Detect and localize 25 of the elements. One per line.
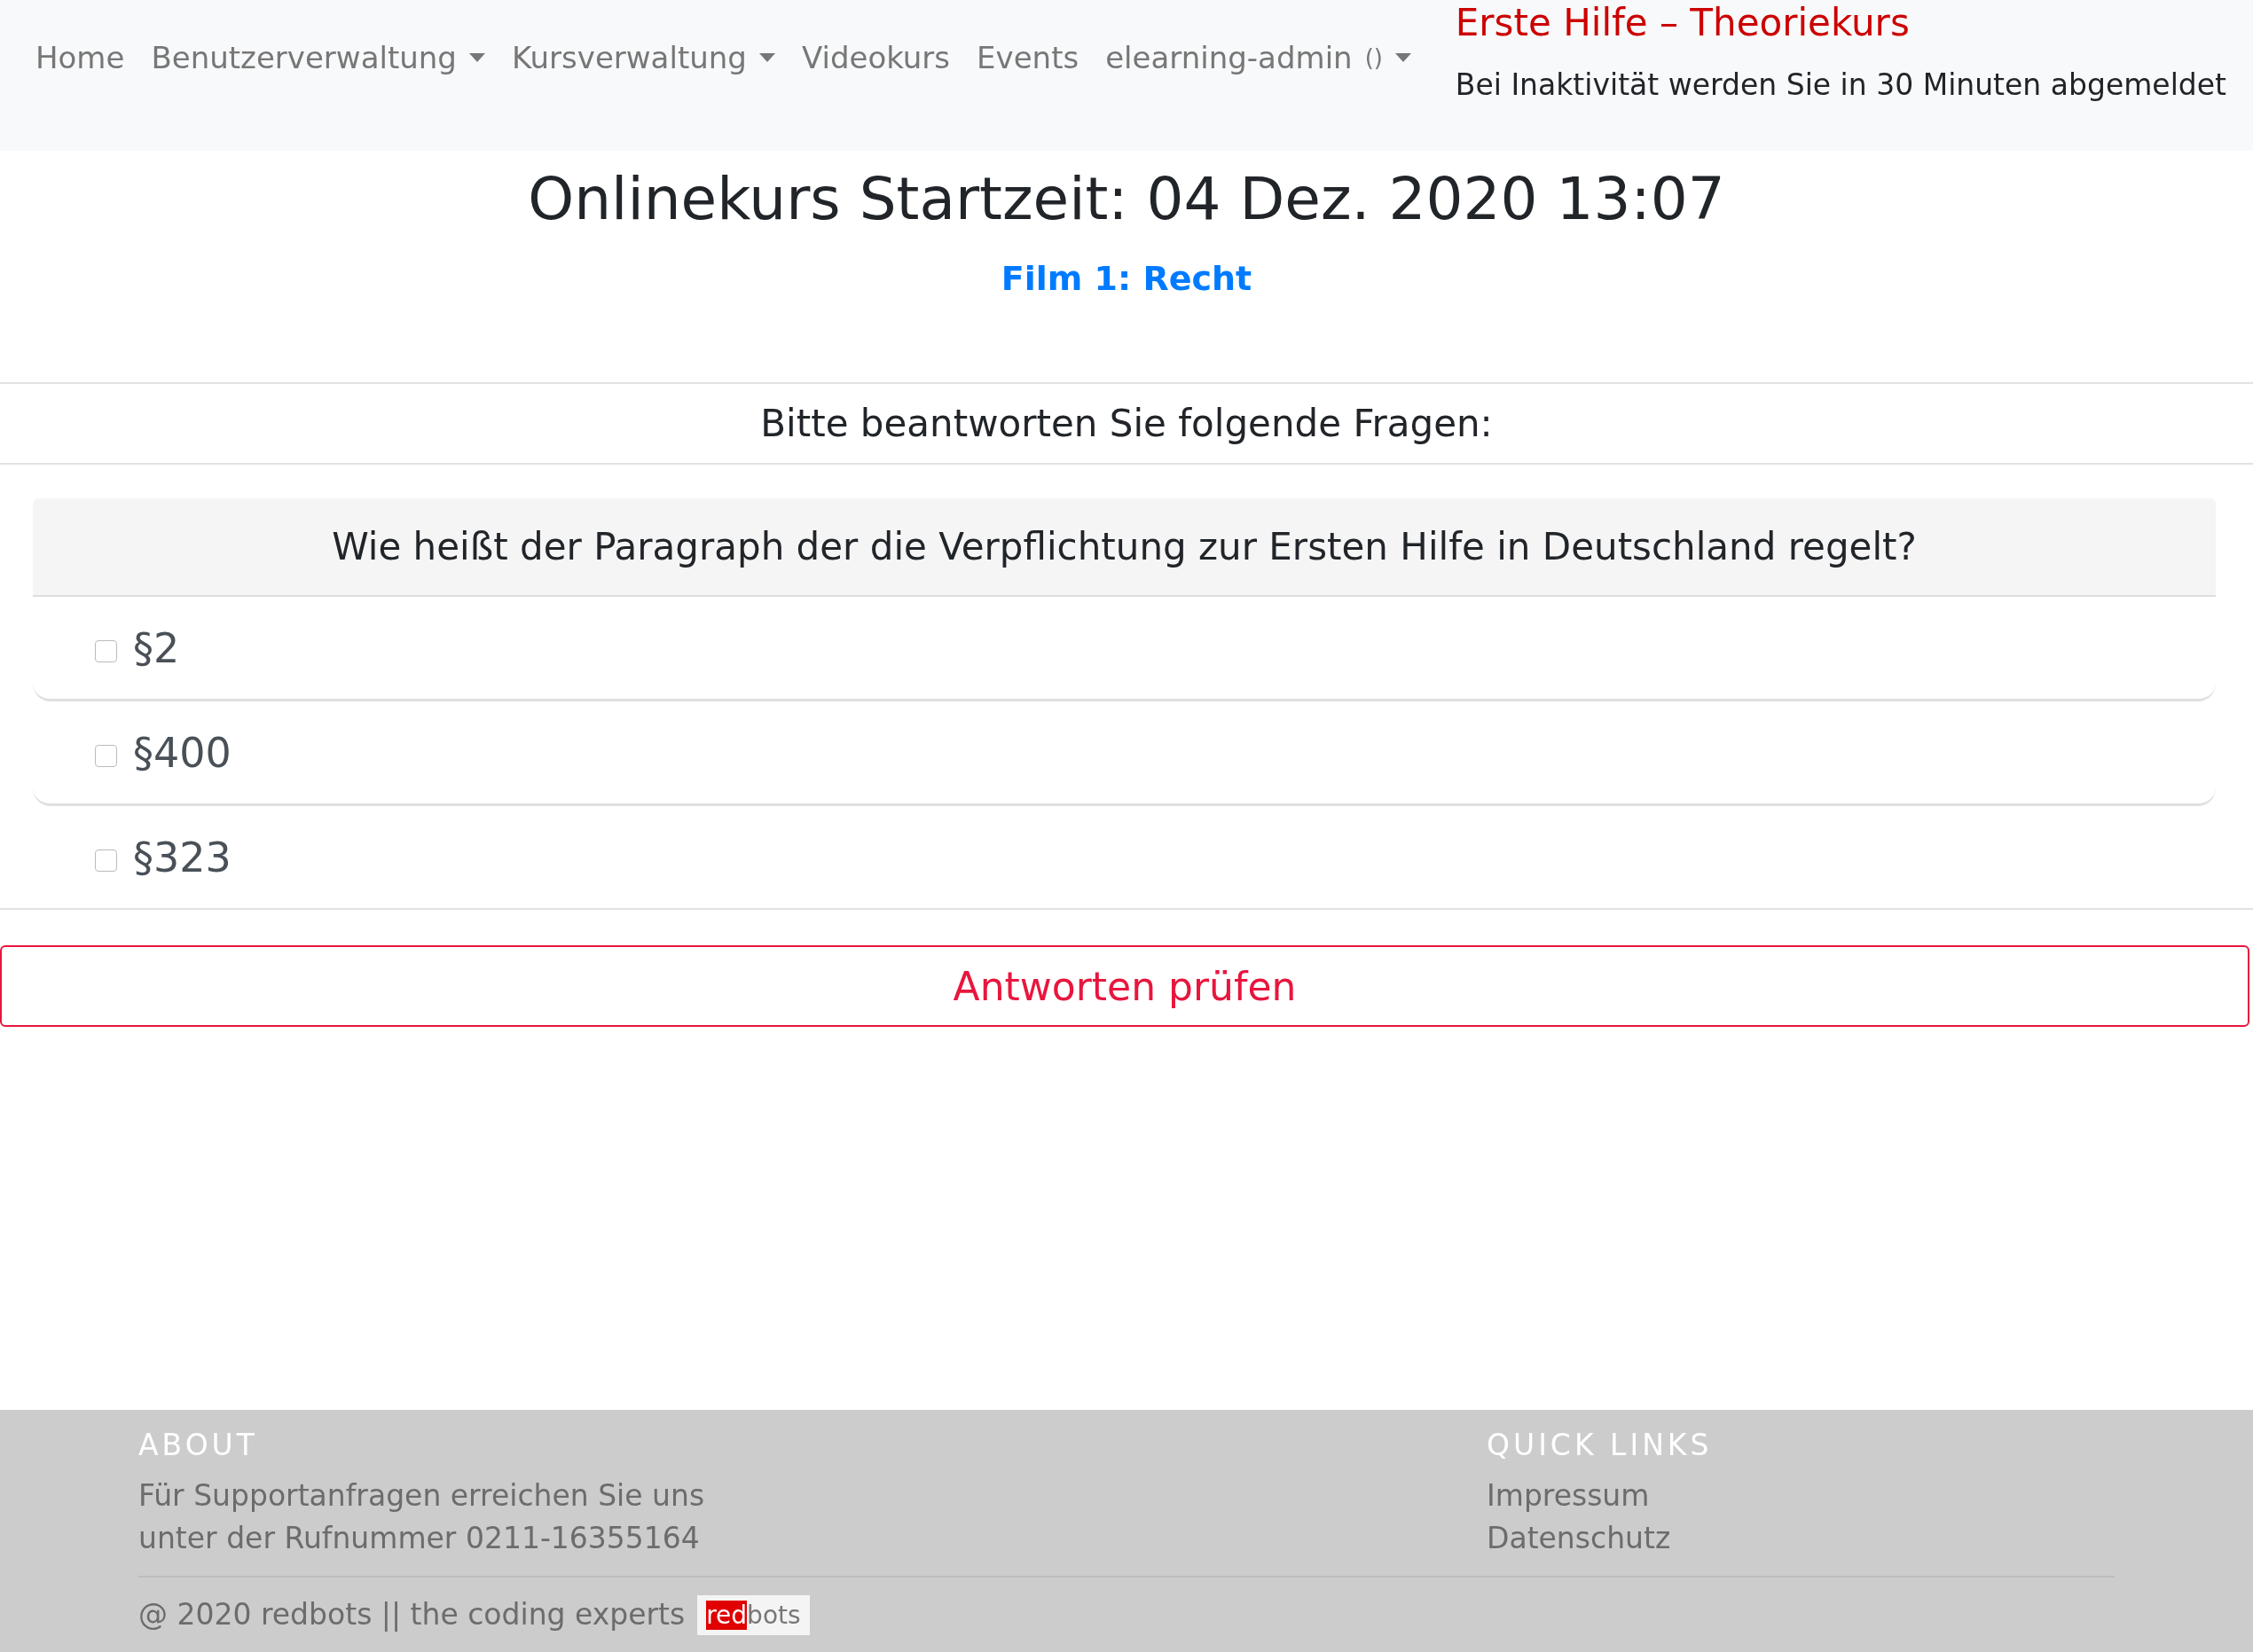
support-text: Für Supportanfragen erreichen Sie uns: [138, 1477, 706, 1515]
quiz-header: Bitte beantworten Sie folgende Fragen:: [0, 384, 2253, 465]
nav-link[interactable]: Events: [977, 40, 1079, 75]
answer-label: §323: [133, 833, 232, 881]
support-text: unter der Rufnummer 0211-16355164: [138, 1520, 701, 1557]
answer-label: §400: [133, 728, 232, 777]
question-text: Wie heißt der Paragraph der die Verpflichtung zur Ersten Hilfe in Deutschland regelt?: [33, 498, 2216, 597]
nav-link[interactable]: elearning-admin (): [1105, 40, 1411, 75]
footer-link[interactable]: Impressum: [1487, 1475, 1650, 1517]
company-logo: redbots: [697, 1594, 810, 1635]
copyright-text: @ 2020 redbots || the coding experts: [138, 1596, 686, 1633]
nav-link[interactable]: Videokurs: [801, 40, 951, 75]
answer-checkbox[interactable]: [95, 640, 117, 662]
film-link[interactable]: Film 1: Recht: [1001, 259, 1252, 298]
check-answers-button[interactable]: Antworten prüfen: [0, 945, 2249, 1027]
nav-link[interactable]: Kursverwaltung: [511, 40, 775, 75]
page-heading: Onlinekurs Startzeit: 04 Dez. 2020 13:07: [527, 164, 1726, 235]
answer-label: §2: [133, 623, 180, 672]
nav-link[interactable]: Benutzerverwaltung: [151, 40, 485, 75]
footer-link[interactable]: Datenschutz: [1487, 1517, 1671, 1560]
answer-checkbox[interactable]: [95, 745, 117, 767]
brand-title: Erste Hilfe – Theoriekurs: [1455, 0, 1910, 46]
inactivity-notice: Bei Inaktivität werden Sie in 30 Minuten abgemeldet: [1455, 67, 2226, 102]
nav-link[interactable]: Home: [35, 40, 125, 75]
answer-checkbox[interactable]: [95, 849, 117, 872]
